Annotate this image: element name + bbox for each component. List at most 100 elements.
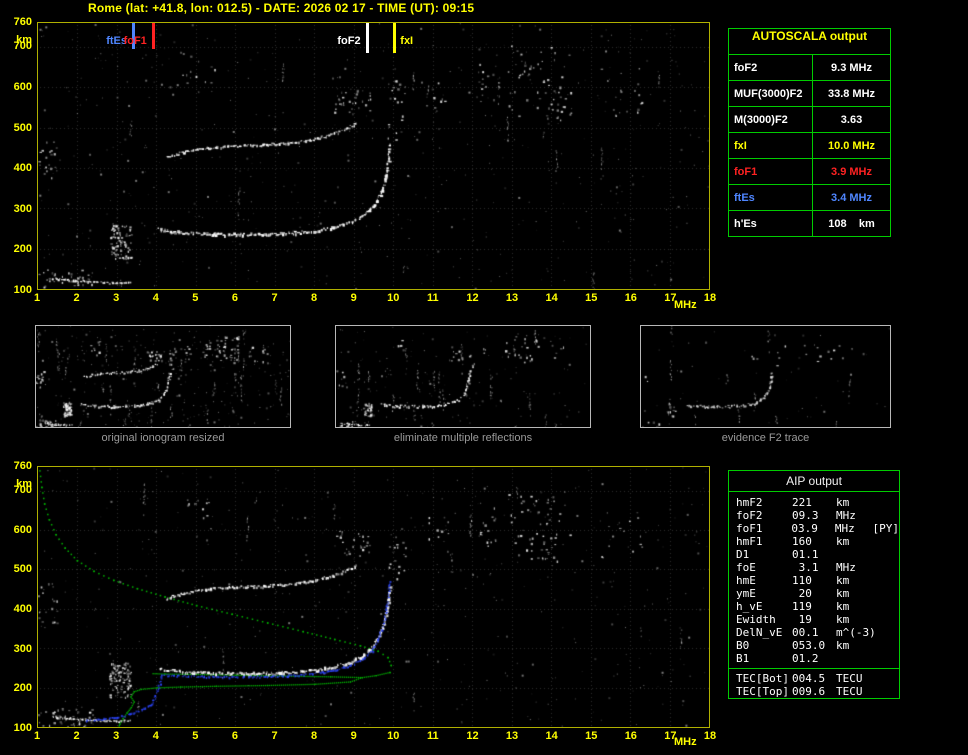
aip-row: Ewidth 19 km [736, 613, 899, 626]
ionogram-plot: ftEs foF1 foF2 fxI [37, 22, 710, 290]
autoscala-output-panel: AUTOSCALA output foF2 9.3 MHz MUF(3000)F2 3… [728, 28, 891, 237]
profile-canvas [38, 467, 709, 727]
aip-param: B0 [736, 639, 750, 652]
autoscala-param: foF2 [729, 55, 813, 80]
autoscala-row: MUF(3000)F2 33.8 MHz [729, 80, 890, 106]
aip-unit: km [836, 587, 850, 600]
thumbnail-evidence-f2 [640, 325, 891, 428]
aip-param: Ewidth [736, 613, 776, 626]
x-axis-tick-label: 3 [113, 730, 120, 742]
ionogram-canvas [38, 23, 709, 289]
aip-value: 110 [792, 574, 812, 587]
station-date-title: Rome (lat: +41.8, lon: 012.5) - DATE: 20… [88, 1, 475, 15]
thumbnail-caption-evidence: evidence F2 trace [721, 432, 810, 444]
aip-row: hmE 110 km [736, 574, 899, 587]
x-axis-tick-label: 12 [466, 730, 479, 742]
x-axis-tick-label: 4 [152, 730, 159, 742]
aip-unit: m^(-3) [836, 626, 876, 639]
aip-param: foE [736, 561, 756, 574]
x-axis-tick-label: 2 [73, 292, 80, 304]
x-axis-tick-label: 1 [33, 292, 41, 304]
aip-unit: TECU [836, 685, 863, 698]
x-axis-tick-label: 9 [350, 292, 357, 304]
x-axis-tick-label: 16 [624, 292, 637, 304]
y-axis-tick-label: 760 [13, 460, 32, 472]
x-axis-tick-label: 13 [505, 292, 519, 304]
marker-foF1-tick [151, 23, 155, 49]
marker-fxI-label: fxI [400, 35, 414, 47]
y-axis-tick-label: 500 [13, 563, 32, 576]
x-axis-tick-label: 3 [113, 292, 120, 304]
aip-param: D1 [736, 548, 750, 561]
aip-unit: km [836, 535, 850, 548]
y-axis-unit-label: km [16, 478, 32, 490]
aip-row: foE 3.1 MHz [736, 561, 899, 574]
x-axis-tick-label: 13 [505, 730, 519, 742]
y-axis-tick-label: 400 [13, 162, 32, 175]
aip-unit [830, 652, 874, 665]
aip-row: DelN_vE 00.1 m^(-3) [736, 626, 899, 639]
aip-param: hmE [736, 574, 756, 587]
x-axis-tick-label: 12 [466, 292, 479, 304]
aip-param: B1 [736, 652, 750, 665]
y-axis-tick-label: 760 [13, 16, 32, 28]
y-axis-tick-label: 300 [13, 202, 32, 215]
x-axis-tick-label: 9 [350, 730, 357, 742]
autoscala-output-rows: foF2 9.3 MHz MUF(3000)F2 33.8 MHz M(3000)F2 3… [729, 54, 890, 236]
autoscala-row: fxI 10.0 MHz [729, 132, 890, 158]
aip-row: h_vE 119 km [736, 600, 899, 613]
marker-fxI-tick [393, 23, 397, 53]
marker-foF2-label: foF2 [337, 35, 361, 47]
aip-unit: MHz [834, 522, 855, 535]
aip-tec-row: TEC[Bot] 004.5 TECU [736, 672, 899, 685]
y-axis-unit-label: km [16, 34, 32, 46]
aip-row: hmF1 160 km [736, 535, 899, 548]
profile-plot [37, 466, 710, 728]
autoscala-param: h'Es [729, 211, 813, 236]
aip-param: DelN_vE [736, 626, 783, 639]
aip-tec-rows: TEC[Bot] 004.5 TECU TEC[Top] 009.6 TECU [729, 668, 899, 698]
thumbnail-caption-original: original ionogram resized [101, 432, 225, 444]
y-axis-tick-label: 300 [13, 642, 32, 655]
autoscala-row: foF1 3.9 MHz [729, 158, 890, 184]
aip-value: 160 [792, 535, 812, 548]
aip-row: B1 01.2 [736, 652, 899, 665]
aip-row: foF2 09.3 MHz [736, 509, 899, 522]
thumbnail-evidence-canvas [641, 326, 890, 427]
aip-value: 09.3 [792, 509, 819, 522]
autoscala-value: 3.4 MHz [831, 191, 872, 204]
aip-unit: km [836, 639, 850, 652]
x-axis-tick-label: 5 [192, 730, 199, 742]
aip-value: 221 [792, 496, 812, 509]
aip-value: 004.5 [792, 672, 826, 685]
thumbnail-original-ionogram [35, 325, 291, 428]
aip-tec-row: TEC[Top] 009.6 TECU [736, 685, 899, 698]
x-axis-tick-label: 6 [231, 292, 238, 304]
autoscala-window: Rome (lat: +41.8, lon: 012.5) - DATE: 20… [0, 0, 968, 755]
autoscala-row: M(3000)F2 3.63 [729, 106, 890, 132]
aip-unit: km [836, 574, 850, 587]
x-axis-tick-label: 14 [545, 292, 558, 304]
aip-param: TEC[Top] [736, 685, 789, 698]
autoscala-value: 108 km [828, 217, 875, 230]
autoscala-row: h'Es 108 km [729, 210, 890, 236]
autoscala-param: ftEs [729, 185, 813, 210]
aip-value: 053.0 [792, 639, 826, 652]
x-axis-tick-label: 8 [311, 292, 318, 304]
autoscala-param: foF1 [729, 159, 813, 184]
aip-unit: MHz [836, 561, 856, 574]
aip-output-title: AIP output [729, 471, 899, 492]
marker-foF1-label: foF1 [123, 35, 147, 47]
aip-value: 20 [792, 587, 812, 600]
aip-value: 19 [792, 613, 812, 626]
x-axis-tick-label: 4 [152, 292, 159, 304]
x-axis-tick-label: 15 [585, 730, 598, 742]
aip-unit: km [836, 496, 850, 509]
aip-row: hmF2 221 km [736, 496, 899, 509]
x-axis-unit-label: MHz [674, 736, 697, 748]
x-axis-tick-label: 14 [545, 730, 558, 742]
autoscala-value: 10.0 MHz [827, 139, 876, 152]
x-axis-tick-label: 1 [33, 730, 41, 742]
thumbnail-eliminate-canvas [336, 326, 590, 427]
thumbnail-eliminate-reflections [335, 325, 591, 428]
